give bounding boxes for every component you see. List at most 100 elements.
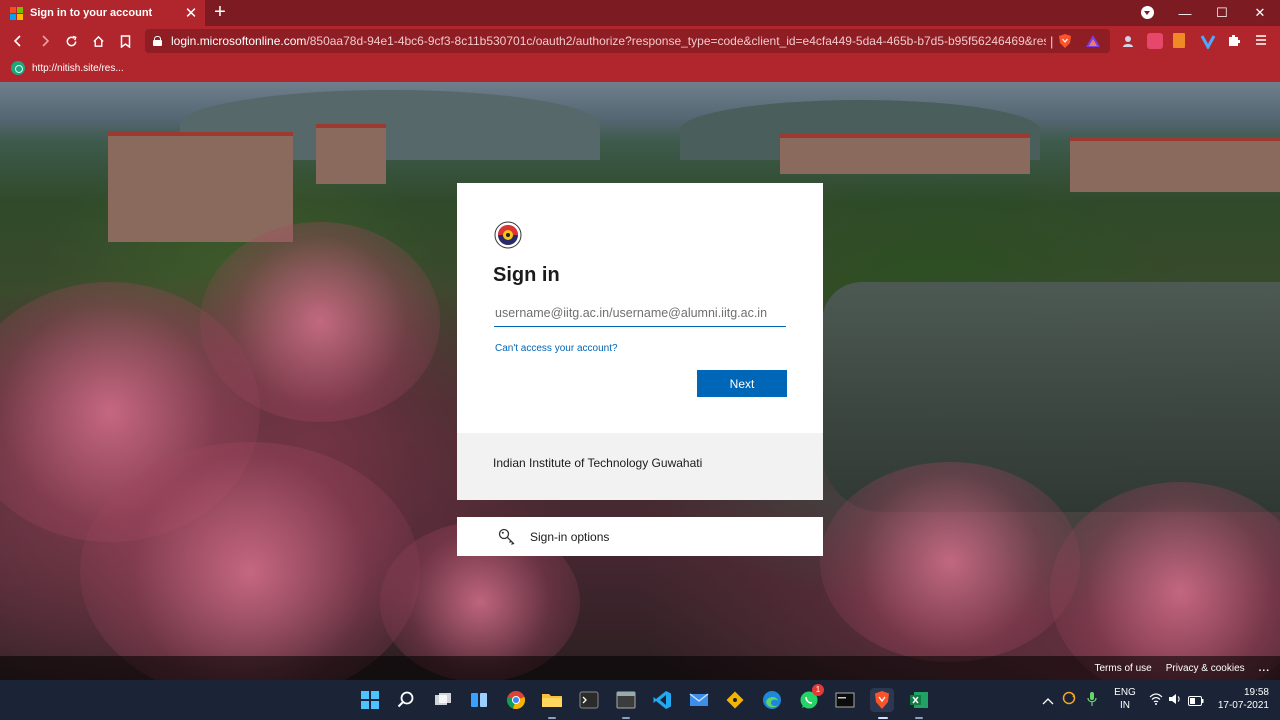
organization-banner: Indian Institute of Technology Guwahati xyxy=(457,433,823,500)
running-indicator xyxy=(622,717,630,719)
brave-rewards-icon[interactable] xyxy=(1085,33,1101,49)
minimize-button[interactable]: — xyxy=(1167,0,1203,26)
tab-title: Sign in to your account xyxy=(30,7,153,19)
brave-app[interactable] xyxy=(870,688,894,712)
background-blossom xyxy=(200,222,440,422)
running-indicator xyxy=(548,717,556,719)
terminal-icon xyxy=(579,691,599,709)
mail-app[interactable] xyxy=(687,688,711,712)
active-indicator xyxy=(878,717,888,719)
edge-app[interactable] xyxy=(760,688,784,712)
tab-search-icon[interactable] xyxy=(1141,6,1154,19)
git-icon xyxy=(726,691,744,709)
chevron-up-icon[interactable] xyxy=(1042,693,1054,711)
background-building xyxy=(780,134,1030,174)
git-app[interactable] xyxy=(723,688,747,712)
microsoft-logo-icon xyxy=(10,6,23,20)
background-blossom xyxy=(820,462,1080,662)
extension-grid-icon[interactable] xyxy=(1147,33,1163,49)
volume-icon[interactable] xyxy=(1168,692,1182,710)
task-view-icon xyxy=(435,693,451,705)
extension-notes-icon[interactable] xyxy=(1173,33,1185,48)
microphone-icon[interactable] xyxy=(1086,691,1098,712)
key-icon xyxy=(498,528,515,545)
clock-time: 19:58 xyxy=(1243,687,1269,698)
url-host: login.microsoftonline.com xyxy=(171,34,307,48)
terminal-app[interactable] xyxy=(577,688,601,712)
maximize-button[interactable]: ☐ xyxy=(1204,0,1240,26)
region-code: IN xyxy=(1120,700,1130,711)
search-button[interactable] xyxy=(394,688,418,712)
terminal-preview-app[interactable] xyxy=(833,688,857,712)
cant-access-account-link[interactable]: Can't access your account? xyxy=(495,343,618,354)
onedrive-sync-icon[interactable] xyxy=(1061,691,1077,710)
extensions-puzzle-icon[interactable] xyxy=(1227,33,1243,49)
vscode-icon xyxy=(653,691,671,709)
privacy-cookies-link[interactable]: Privacy & cookies xyxy=(1166,663,1245,674)
extension-profile-icon[interactable] xyxy=(1120,33,1136,49)
page-footer: Terms of use Privacy & cookies ... xyxy=(0,656,1280,680)
url-path: /850aa78d-94e1-4bc6-9cf3-8c11b530701c/oa… xyxy=(306,34,1046,48)
whatsapp-app[interactable]: 1 xyxy=(797,684,824,712)
more-options-button[interactable]: ... xyxy=(1259,663,1270,674)
forward-button[interactable] xyxy=(34,30,56,52)
language-code: ENG xyxy=(1114,687,1136,698)
widgets-button[interactable] xyxy=(467,688,491,712)
close-window-button[interactable]: ✕ xyxy=(1242,0,1278,26)
console-icon xyxy=(835,692,855,708)
background-building xyxy=(1070,137,1280,192)
vscode-app[interactable] xyxy=(650,688,674,712)
background-building xyxy=(108,132,293,242)
bookmark-item[interactable]: http://nitish.site/res... xyxy=(11,61,124,75)
browser-tab-bar: Sign in to your account ✕ + — ☐ ✕ xyxy=(0,0,1280,26)
battery-icon[interactable] xyxy=(1188,693,1204,711)
menu-icon[interactable] xyxy=(1254,33,1270,49)
taskbar: 1 ENG IN 19:58 17-07-2021 xyxy=(0,680,1280,720)
site-favicon-icon xyxy=(11,61,25,75)
home-button[interactable] xyxy=(87,30,109,52)
address-bar[interactable]: login.microsoftonline.com/850aa78d-94e1-… xyxy=(145,29,1110,53)
task-view-button[interactable] xyxy=(431,688,455,712)
excel-app[interactable] xyxy=(907,688,931,712)
home-icon xyxy=(92,35,104,47)
extension-v-icon[interactable] xyxy=(1200,33,1216,51)
page-title: Sign in xyxy=(493,264,560,286)
new-tab-button[interactable]: + xyxy=(210,1,230,23)
system-clock[interactable]: 19:58 17-07-2021 xyxy=(1205,686,1275,712)
tab-close-button[interactable]: ✕ xyxy=(181,6,201,21)
signin-options-button[interactable]: Sign-in options xyxy=(457,517,823,556)
lock-icon xyxy=(153,36,162,46)
organization-name: Indian Institute of Technology Guwahati xyxy=(493,456,703,470)
edge-icon xyxy=(763,691,781,709)
url-text[interactable]: login.microsoftonline.com/850aa78d-94e1-… xyxy=(171,34,1046,48)
reload-icon xyxy=(66,35,77,46)
background-building xyxy=(316,124,386,184)
start-button[interactable] xyxy=(358,688,382,712)
excel-icon xyxy=(910,692,928,708)
next-button[interactable]: Next xyxy=(697,370,787,397)
chrome-app[interactable] xyxy=(504,688,528,712)
url-separator: | xyxy=(1050,33,1054,49)
username-input[interactable] xyxy=(494,301,786,327)
chrome-icon xyxy=(506,691,526,710)
browser-tab[interactable]: Sign in to your account ✕ xyxy=(0,0,205,26)
brave-shield-icon[interactable] xyxy=(1057,33,1073,49)
running-indicator xyxy=(915,717,923,719)
file-explorer-app[interactable] xyxy=(540,688,564,712)
terms-of-use-link[interactable]: Terms of use xyxy=(1094,663,1151,674)
widgets-icon xyxy=(471,693,487,707)
wifi-icon[interactable] xyxy=(1149,692,1163,710)
bookmark-button[interactable] xyxy=(114,30,136,52)
back-arrow-icon xyxy=(13,35,21,47)
bookmark-label: http://nitish.site/res... xyxy=(32,62,124,74)
back-button[interactable] xyxy=(7,30,29,52)
language-indicator[interactable]: ENG IN xyxy=(1107,686,1143,712)
iitg-logo xyxy=(494,221,522,249)
signin-card: Sign in Can't access your account? Next … xyxy=(457,183,823,500)
mail-icon xyxy=(689,693,709,706)
forward-arrow-icon xyxy=(42,35,50,47)
reload-button[interactable] xyxy=(60,30,82,52)
signin-options-label: Sign-in options xyxy=(530,529,610,544)
clock-date: 17-07-2021 xyxy=(1217,700,1269,711)
console-app[interactable] xyxy=(614,688,638,712)
